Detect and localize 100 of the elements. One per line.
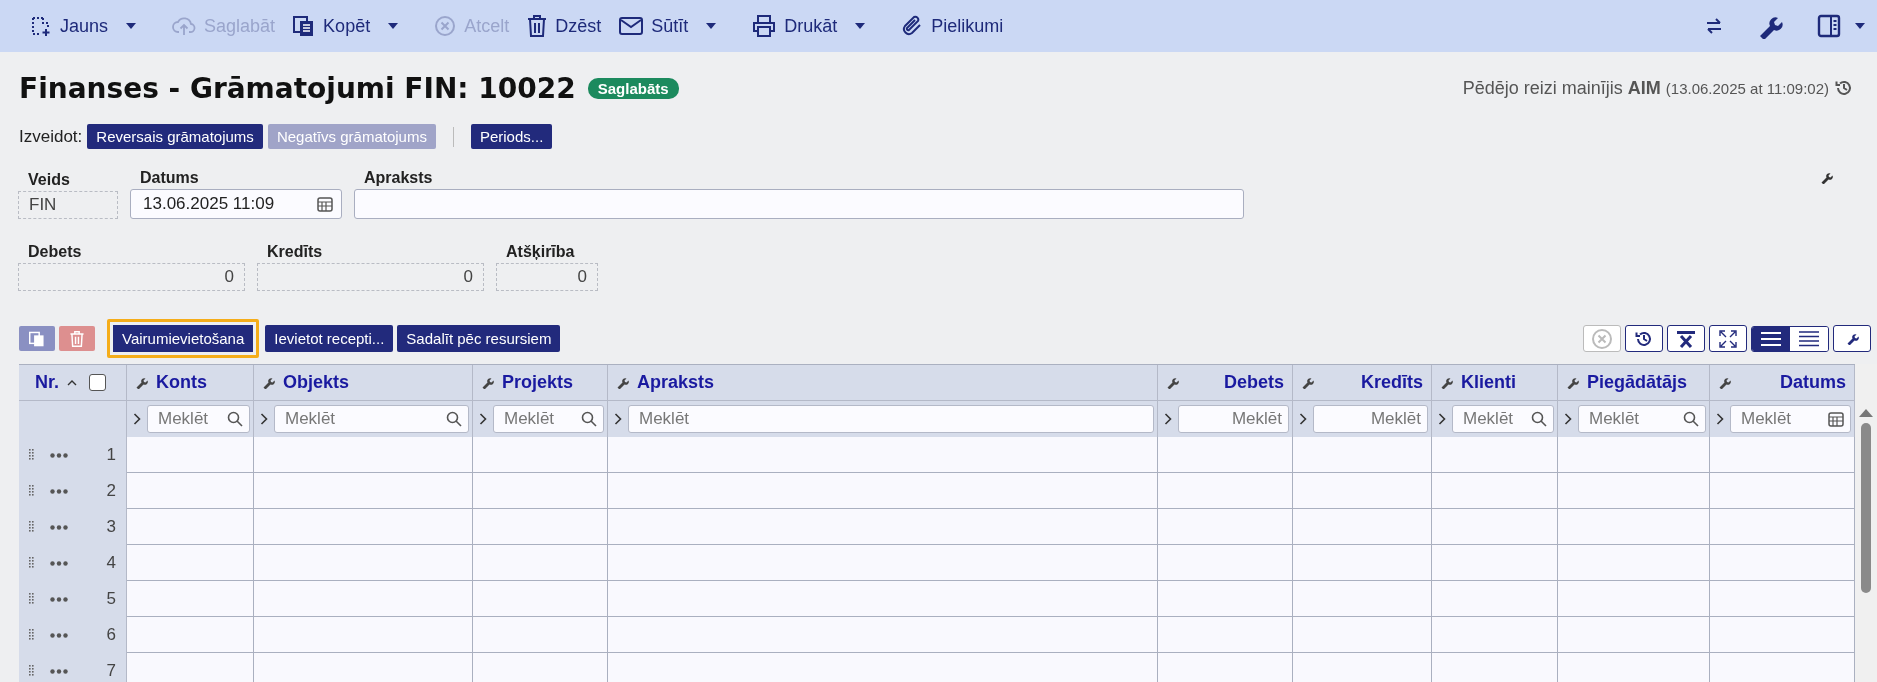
- table-cell[interactable]: [1432, 617, 1558, 653]
- table-cell[interactable]: [608, 545, 1158, 581]
- description-field[interactable]: [354, 189, 1244, 219]
- toolbar-button[interactable]: Sūtīt: [613, 11, 695, 41]
- column-title[interactable]: Nr.: [35, 372, 59, 393]
- table-cell[interactable]: [254, 509, 473, 545]
- chevron-right-icon[interactable]: [1564, 413, 1572, 425]
- wrench-icon[interactable]: [1845, 332, 1859, 345]
- table-cell[interactable]: [1432, 473, 1558, 509]
- table-cell[interactable]: [254, 617, 473, 653]
- table-action-button[interactable]: Vairumievietošana: [107, 319, 260, 358]
- wrench-icon[interactable]: [1301, 376, 1314, 389]
- table-cell[interactable]: [1710, 509, 1855, 545]
- expand-button[interactable]: [1709, 325, 1747, 352]
- table-cell[interactable]: [1432, 545, 1558, 581]
- filter-field[interactable]: Meklēt: [628, 405, 1154, 433]
- table-cell[interactable]: [1432, 581, 1558, 617]
- column-title[interactable]: Piegādātājs: [1587, 372, 1688, 393]
- history-icon[interactable]: [1635, 329, 1653, 348]
- table-cell[interactable]: [127, 653, 254, 682]
- drag-handle-icon[interactable]: [29, 557, 34, 569]
- column-title[interactable]: Projekts: [502, 372, 574, 393]
- filter-field[interactable]: Meklēt: [274, 405, 469, 433]
- wrench-icon[interactable]: [1440, 376, 1453, 389]
- table-cell[interactable]: [127, 437, 254, 473]
- calendar-icon[interactable]: [317, 196, 333, 212]
- row-density-toggle[interactable]: [1752, 326, 1790, 351]
- copy-rows-button[interactable]: [19, 326, 55, 351]
- table-cell[interactable]: [1293, 581, 1432, 617]
- wrench-icon[interactable]: [616, 376, 629, 389]
- table-cell[interactable]: [1710, 473, 1855, 509]
- more-dots-icon[interactable]: [50, 560, 68, 566]
- filter-field[interactable]: Meklēt: [1452, 405, 1554, 433]
- table-cell[interactable]: [608, 617, 1158, 653]
- table-cell[interactable]: [1710, 437, 1855, 473]
- toolbar-button[interactable]: Dzēst: [521, 11, 608, 41]
- excel-export-button[interactable]: [1667, 325, 1705, 352]
- filter-field[interactable]: Meklēt: [147, 405, 250, 433]
- table-cell[interactable]: [127, 581, 254, 617]
- chevron-right-icon[interactable]: [614, 413, 622, 425]
- wrench-icon[interactable]: [1166, 376, 1179, 389]
- caret-icon[interactable]: [855, 23, 866, 29]
- date-field[interactable]: 13.06.2025 11:09: [130, 189, 342, 219]
- toolbar-button[interactable]: Jauns: [24, 11, 115, 41]
- table-settings-button[interactable]: [1833, 325, 1871, 352]
- caret-icon[interactable]: [126, 23, 137, 29]
- table-cell[interactable]: [1293, 653, 1432, 682]
- table-cell[interactable]: [254, 581, 473, 617]
- table-cell[interactable]: [254, 437, 473, 473]
- table-cell[interactable]: [473, 473, 608, 509]
- table-cell[interactable]: [608, 437, 1158, 473]
- table-cell[interactable]: [608, 509, 1158, 545]
- table-cell[interactable]: [1710, 653, 1855, 682]
- chevron-right-icon[interactable]: [1299, 413, 1307, 425]
- table-cell[interactable]: [473, 437, 608, 473]
- table-cell[interactable]: [608, 581, 1158, 617]
- panel-icon[interactable]: [1817, 14, 1841, 38]
- drag-handle-icon[interactable]: [29, 449, 34, 461]
- table-cell[interactable]: [608, 653, 1158, 682]
- table-cell[interactable]: [1293, 617, 1432, 653]
- history-button[interactable]: [1625, 325, 1663, 352]
- table-cell[interactable]: [1558, 545, 1710, 581]
- column-title[interactable]: Konts: [156, 372, 207, 393]
- create-button[interactable]: Periods...: [470, 124, 553, 149]
- table-cell[interactable]: [473, 581, 608, 617]
- table-cell[interactable]: [1158, 653, 1293, 682]
- table-cell[interactable]: [1158, 509, 1293, 545]
- table-cell[interactable]: [127, 473, 254, 509]
- toolbar-button[interactable]: Kopēt: [287, 11, 377, 41]
- chevron-right-icon[interactable]: [1438, 413, 1446, 425]
- column-title[interactable]: Klienti: [1461, 372, 1516, 393]
- column-title[interactable]: Apraksts: [637, 372, 715, 393]
- calendar-icon[interactable]: [1828, 411, 1844, 427]
- filter-field[interactable]: Meklēt: [1178, 405, 1289, 433]
- table-cell[interactable]: [1432, 509, 1558, 545]
- column-title[interactable]: Objekts: [283, 372, 350, 393]
- drag-handle-icon[interactable]: [29, 521, 34, 533]
- swap-arrows-icon[interactable]: [1705, 18, 1723, 34]
- table-cell[interactable]: [1158, 617, 1293, 653]
- table-cell[interactable]: [127, 509, 254, 545]
- table-cell[interactable]: [1558, 473, 1710, 509]
- table-cell[interactable]: [127, 617, 254, 653]
- filter-field[interactable]: Meklēt: [1313, 405, 1428, 433]
- table-cell[interactable]: [1293, 437, 1432, 473]
- more-dots-icon[interactable]: [50, 488, 68, 494]
- wrench-icon[interactable]: [1820, 171, 1833, 184]
- caret-icon[interactable]: [706, 23, 717, 29]
- table-cell[interactable]: [1158, 473, 1293, 509]
- history-icon[interactable]: [1835, 79, 1853, 97]
- chevron-right-icon[interactable]: [1164, 413, 1172, 425]
- table-cell[interactable]: [1158, 437, 1293, 473]
- column-title[interactable]: Datums: [1780, 372, 1846, 393]
- scroll-up-icon[interactable]: [1859, 408, 1873, 417]
- column-title[interactable]: Debets: [1223, 372, 1284, 393]
- table-cell[interactable]: [1558, 617, 1710, 653]
- sort-caret-icon[interactable]: [67, 379, 77, 386]
- more-dots-icon[interactable]: [50, 668, 68, 674]
- scrollbar-thumb[interactable]: [1861, 423, 1871, 593]
- table-action-button[interactable]: Sadalīt pēc resursiem: [397, 325, 561, 352]
- table-cell[interactable]: [473, 653, 608, 682]
